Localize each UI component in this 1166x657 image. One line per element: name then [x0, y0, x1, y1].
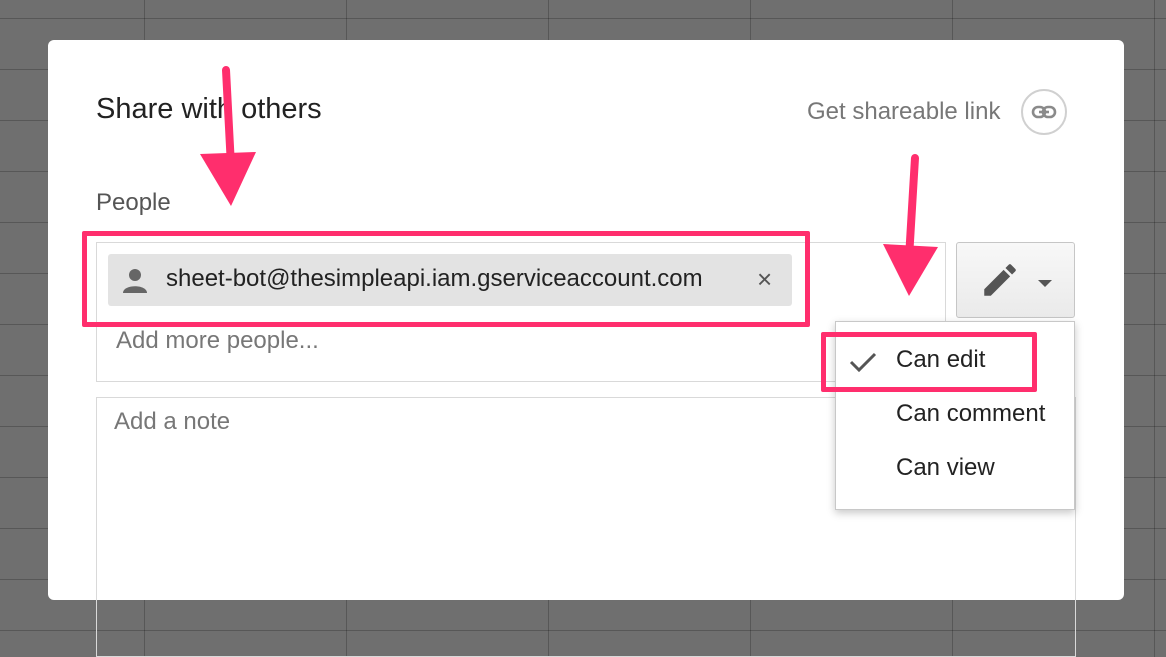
check-icon — [849, 352, 877, 373]
menu-item-can-view[interactable]: Can view — [896, 454, 995, 482]
note-placeholder: Add a note — [114, 408, 231, 435]
chip-email: sheet-bot@thesimpleapi.iam.gserviceaccou… — [166, 265, 703, 292]
dialog-title: Share with others — [96, 93, 322, 125]
share-dialog: Share with others Get shareable link Peo… — [48, 40, 1124, 657]
get-shareable-link-button[interactable]: Get shareable link — [807, 98, 1000, 126]
link-icon[interactable] — [1021, 89, 1067, 135]
chip-remove-icon[interactable]: × — [757, 264, 772, 294]
person-icon — [123, 269, 147, 293]
person-chip[interactable]: sheet-bot@thesimpleapi.iam.gserviceaccou… — [108, 254, 792, 306]
permission-menu: Can edit Can comment Can view — [835, 321, 1075, 510]
chevron-down-icon — [1038, 280, 1052, 287]
permission-dropdown-button[interactable] — [956, 242, 1075, 318]
people-label: People — [96, 189, 171, 216]
menu-item-can-comment[interactable]: Can comment — [896, 400, 1045, 428]
pencil-icon — [984, 264, 1016, 296]
menu-item-can-edit[interactable]: Can edit — [896, 346, 985, 374]
add-people-input[interactable]: Add more people... — [116, 327, 319, 355]
